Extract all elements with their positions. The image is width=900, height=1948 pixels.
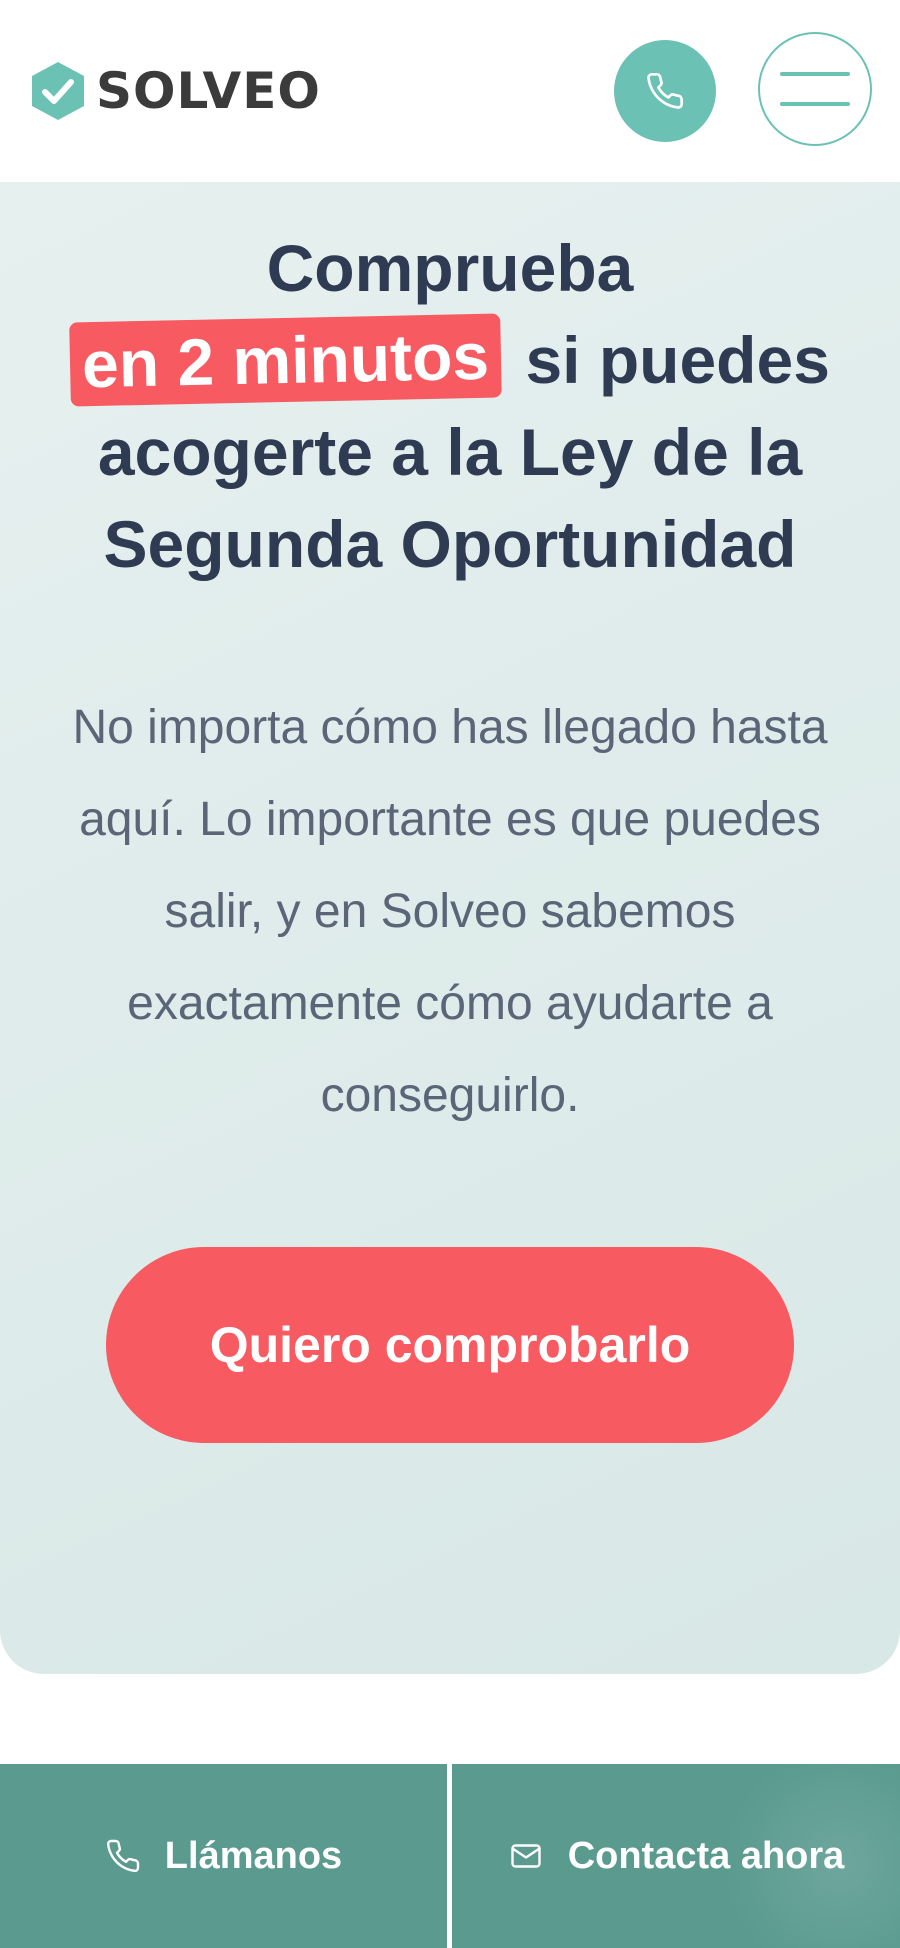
hero-description: No importa cómo has llegado hasta aquí. … xyxy=(72,701,828,1122)
contact-now-button[interactable]: Contacta ahora xyxy=(452,1764,900,1948)
mail-icon xyxy=(510,1844,541,1868)
contact-now-label: Contacta ahora xyxy=(567,1834,845,1877)
solveo-logo[interactable]: SOLVEO xyxy=(30,60,321,122)
title-line-2-rest: si puedes xyxy=(525,323,830,397)
title-highlight: en 2 minutos xyxy=(69,313,502,407)
phone-icon xyxy=(106,1839,139,1873)
title-line-3: acogerte a la Ley de la xyxy=(97,415,803,489)
menu-button[interactable] xyxy=(758,32,872,146)
hero-section: Comprueba en 2 minutos si puedes acogert… xyxy=(0,182,900,1674)
menu-line xyxy=(780,102,850,106)
hero-title: Comprueba en 2 minutos si puedes acogert… xyxy=(30,222,870,590)
call-us-button[interactable]: Llámanos xyxy=(0,1764,447,1948)
site-header: SOLVEO xyxy=(0,0,900,182)
hamburger-menu-icon xyxy=(780,72,850,76)
title-line-1: Comprueba xyxy=(266,231,634,305)
check-shield-icon xyxy=(32,62,84,120)
phone-icon xyxy=(647,72,684,109)
logo-text: SOLVEO xyxy=(96,62,321,120)
title-line-4: Segunda Oportunidad xyxy=(103,507,797,581)
title-line-2: en 2 minutos si puedes xyxy=(30,313,870,407)
check-eligibility-button[interactable]: Quiero comprobarlo xyxy=(106,1247,794,1443)
bottom-action-bar: Llámanos Contacta ahora xyxy=(0,1764,900,1948)
call-us-label: Llámanos xyxy=(164,1834,343,1877)
call-button[interactable] xyxy=(614,40,716,142)
